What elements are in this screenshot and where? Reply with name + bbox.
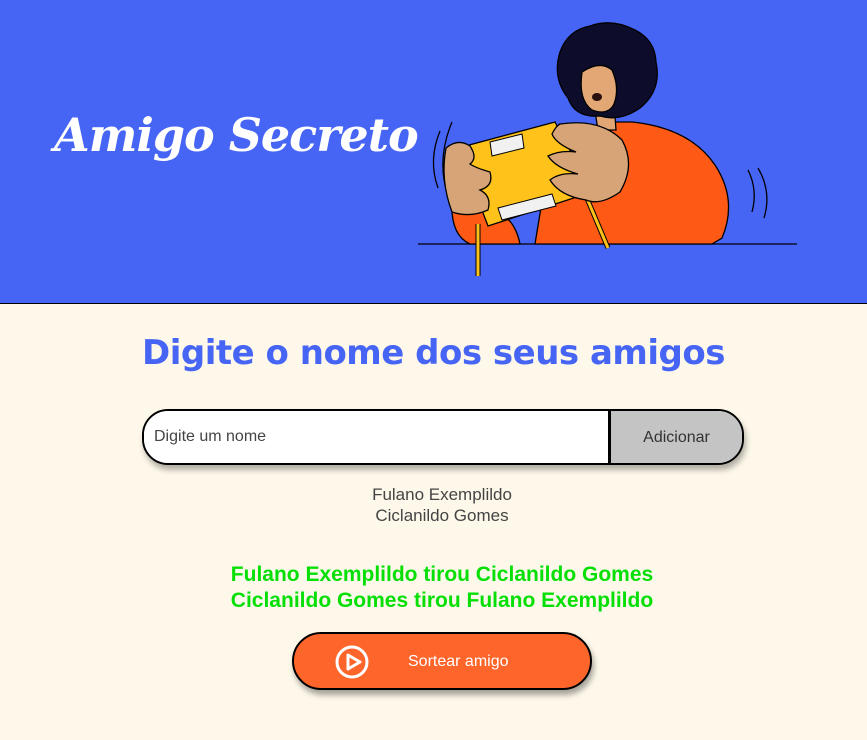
add-button[interactable]: Adicionar (608, 411, 742, 463)
result-item: Fulano Exemplildo tirou Ciclanildo Gomes (230, 563, 654, 586)
friends-list: Fulano Exemplildo Ciclanildo Gomes (0, 484, 867, 526)
play-circle-icon (335, 645, 369, 679)
friend-name-input[interactable] (144, 411, 608, 463)
add-friend-form: Adicionar (142, 409, 744, 465)
person-holding-gift-illustration (418, 22, 797, 276)
list-item: Ciclanildo Gomes (375, 506, 509, 525)
page-title: Amigo Secreto (54, 108, 419, 162)
list-item: Fulano Exemplildo (372, 485, 512, 504)
header-banner: Amigo Secreto (0, 0, 867, 304)
draw-friend-button[interactable]: Sortear amigo (292, 632, 592, 690)
result-item: Ciclanildo Gomes tirou Fulano Exemplildo (230, 589, 654, 612)
section-heading: Digite o nome dos seus amigos (142, 333, 725, 373)
draw-button-label: Sortear amigo (408, 653, 509, 670)
draw-results-list: Fulano Exemplildo tirou Ciclanildo Gomes… (0, 562, 867, 614)
